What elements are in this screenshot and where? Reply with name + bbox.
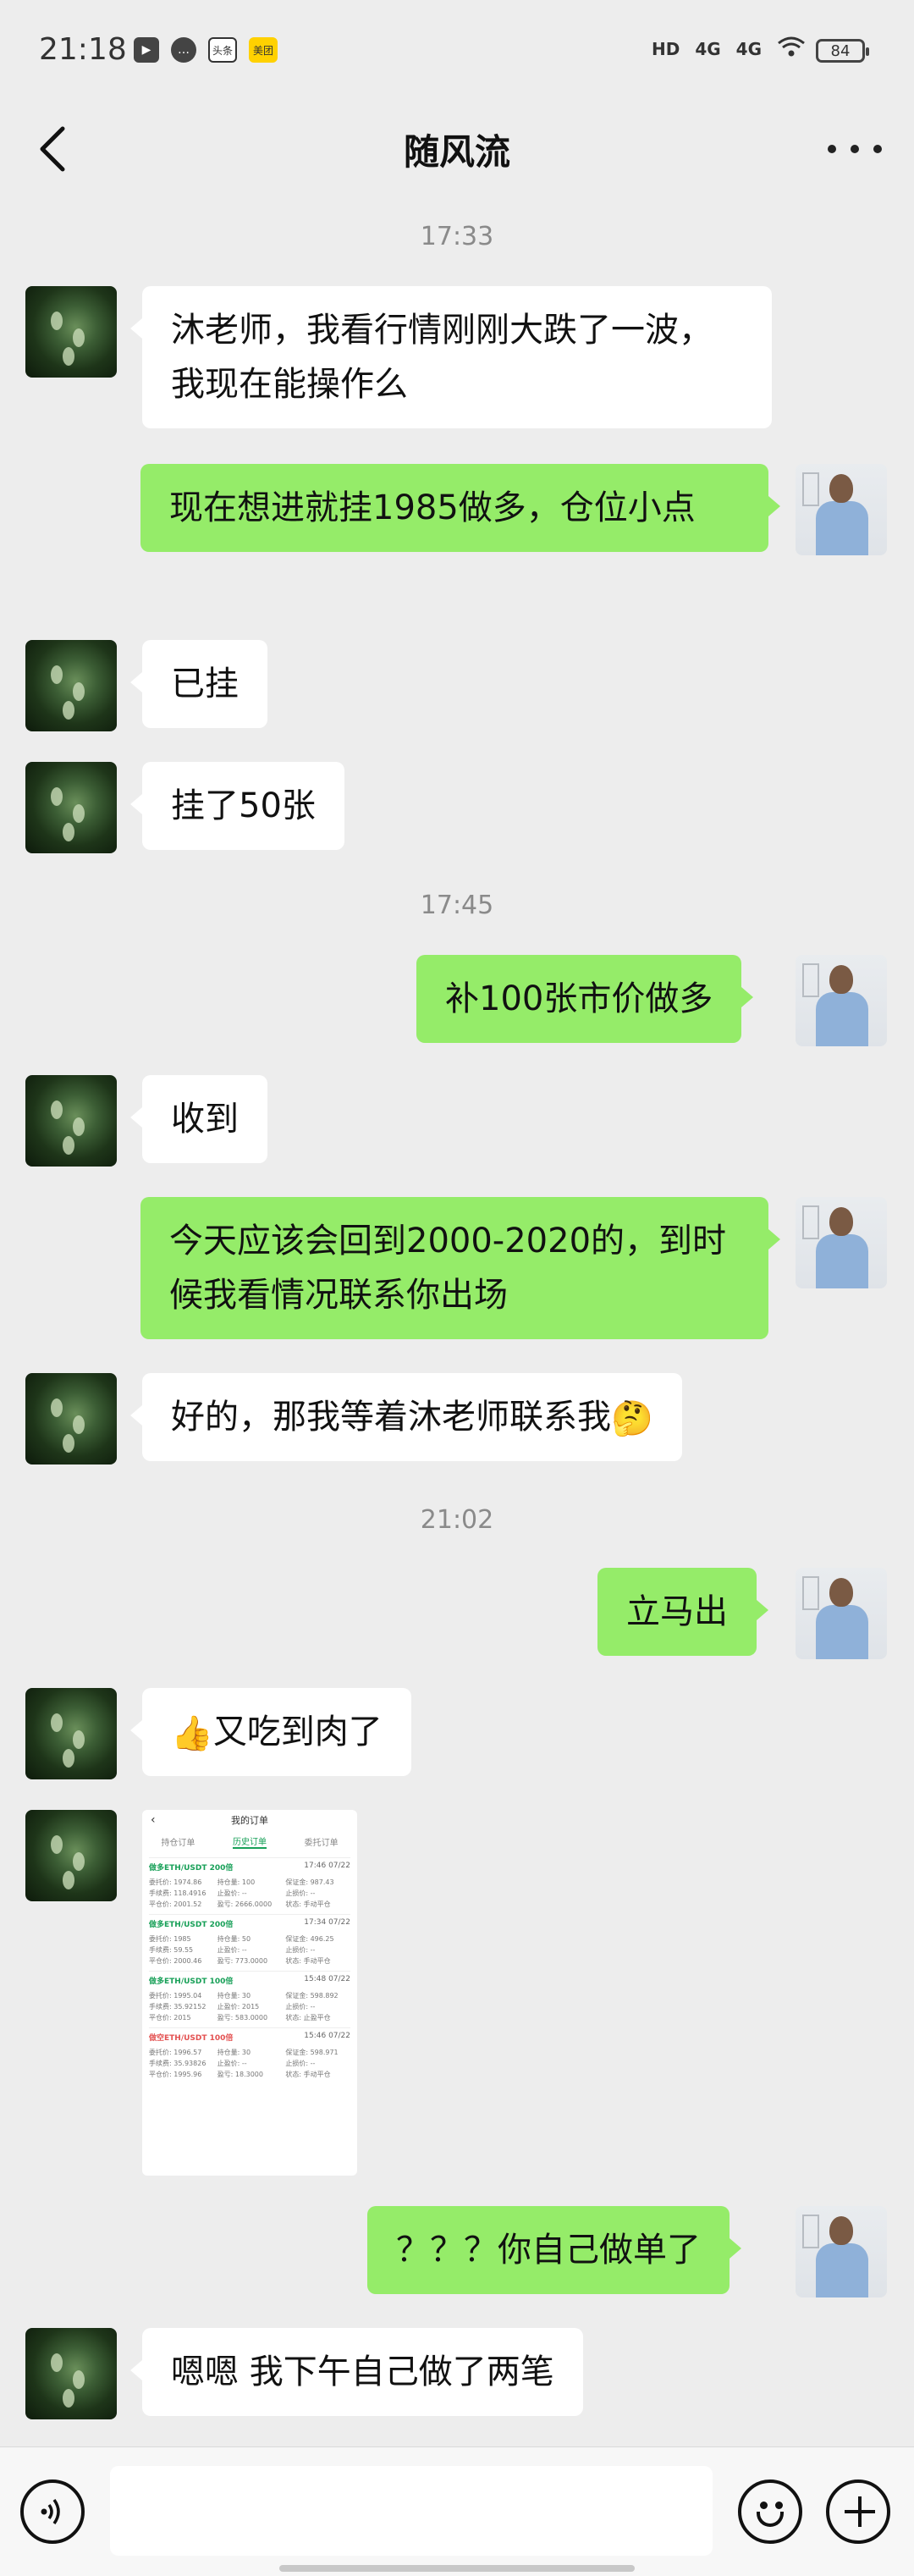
my-avatar[interactable] <box>796 1568 887 1659</box>
contact-avatar[interactable] <box>25 640 117 731</box>
order-card: 做多ETH/USDT 200倍 17:34 07/22 委托价: 1985 持仓量:… <box>149 1914 350 1966</box>
message-timestamp: 17:33 <box>420 222 494 251</box>
chat-header: 随风流 <box>0 102 914 199</box>
play-icon: ▶ <box>134 37 159 63</box>
message-text: 好的，那我等着沐老师联系我 <box>171 1398 611 1437</box>
hd-voice-icon: HD <box>651 38 680 59</box>
meituan-app-icon: 美团 <box>249 37 278 63</box>
message-bubble-received[interactable]: 挂了50张 <box>130 762 344 850</box>
signal-icon: 4G <box>695 38 721 59</box>
order-card: 做多ETH/USDT 200倍 17:46 07/22 委托价: 1974.86 持… <box>149 1857 350 1909</box>
signal-icon: 4G <box>735 38 762 59</box>
more-actions-plus-icon[interactable] <box>826 2479 890 2544</box>
my-avatar[interactable] <box>796 2206 887 2297</box>
voice-input-icon[interactable] <box>20 2479 85 2544</box>
message-timestamp: 17:45 <box>420 891 494 920</box>
thumbs-up-emoji-icon: 👍 <box>171 1714 213 1753</box>
message-bubble-sent[interactable]: 补100张市价做多 <box>416 955 754 1043</box>
message-bubble-sent[interactable]: ？？？你自己做单了 <box>367 2206 741 2294</box>
status-time: 21:18 <box>39 32 127 67</box>
message-bubble-received[interactable]: 沐老师，我看行情刚刚大跌了一波，我现在能操作么 <box>130 286 772 428</box>
contact-avatar[interactable] <box>25 1075 117 1167</box>
contact-avatar[interactable] <box>25 762 117 853</box>
wifi-icon <box>777 36 806 62</box>
my-avatar[interactable] <box>796 1197 887 1288</box>
message-bubble-sent[interactable]: 今天应该会回到2000-2020的，到时候我看情况联系你出场 <box>140 1197 780 1339</box>
home-indicator[interactable] <box>279 2565 635 2572</box>
message-bubble-sent[interactable]: 立马出 <box>597 1568 768 1656</box>
emoji-picker-icon[interactable] <box>738 2479 802 2544</box>
order-card: 做多ETH/USDT 100倍 15:48 07/22 委托价: 1995.04 持… <box>149 1971 350 2022</box>
contact-avatar[interactable] <box>25 1688 117 1779</box>
image-back-icon: ‹ <box>151 1813 156 1827</box>
image-header: ‹ 我的订单 <box>151 1813 268 1827</box>
contact-avatar[interactable] <box>25 1373 117 1465</box>
image-tabs: 持仓订单 历史订单 委托订单 <box>142 1830 357 1852</box>
order-card: 做空ETH/USDT 100倍 15:46 07/22 委托价: 1996.57 持… <box>149 2027 350 2079</box>
thinking-face-emoji-icon: 🤔 <box>611 1399 653 1438</box>
chat-title: 随风流 <box>403 131 510 173</box>
image-message-order-screenshot[interactable]: ‹ 我的订单 持仓订单 历史订单 委托订单 做多ETH/USDT 200倍 17:… <box>142 1810 357 2176</box>
contact-avatar[interactable] <box>25 2328 117 2419</box>
my-avatar[interactable] <box>796 955 887 1046</box>
contact-avatar[interactable] <box>25 1810 117 1901</box>
more-options-icon[interactable] <box>828 132 882 166</box>
message-input[interactable] <box>110 2466 713 2556</box>
input-bar <box>0 2446 914 2576</box>
message-bubble-received[interactable]: 已挂 <box>130 640 267 728</box>
chat-bubble-icon: … <box>171 37 196 63</box>
battery-icon: 84 <box>816 39 869 63</box>
status-bar: 21:18 ▶ … 头条 美团 HD 4G 4G 84 <box>0 0 914 102</box>
message-bubble-received[interactable]: 好的，那我等着沐老师联系我🤔 <box>130 1373 682 1461</box>
message-bubble-received[interactable]: 嗯嗯 我下午自己做了两笔 <box>130 2328 583 2416</box>
my-avatar[interactable] <box>796 464 887 555</box>
message-bubble-received[interactable]: 收到 <box>130 1075 267 1163</box>
toutiao-app-icon: 头条 <box>208 37 237 63</box>
message-bubble-received[interactable]: 👍又吃到肉了 <box>130 1688 411 1776</box>
message-timestamp: 21:02 <box>420 1505 494 1535</box>
status-system-icons: HD 4G 4G <box>652 36 806 62</box>
status-notification-icons: ▶ … 头条 美团 <box>134 37 278 63</box>
contact-avatar[interactable] <box>25 286 117 378</box>
message-text: 又吃到肉了 <box>212 1713 383 1751</box>
message-bubble-sent[interactable]: 现在想进就挂1985做多，仓位小点 <box>140 464 780 552</box>
